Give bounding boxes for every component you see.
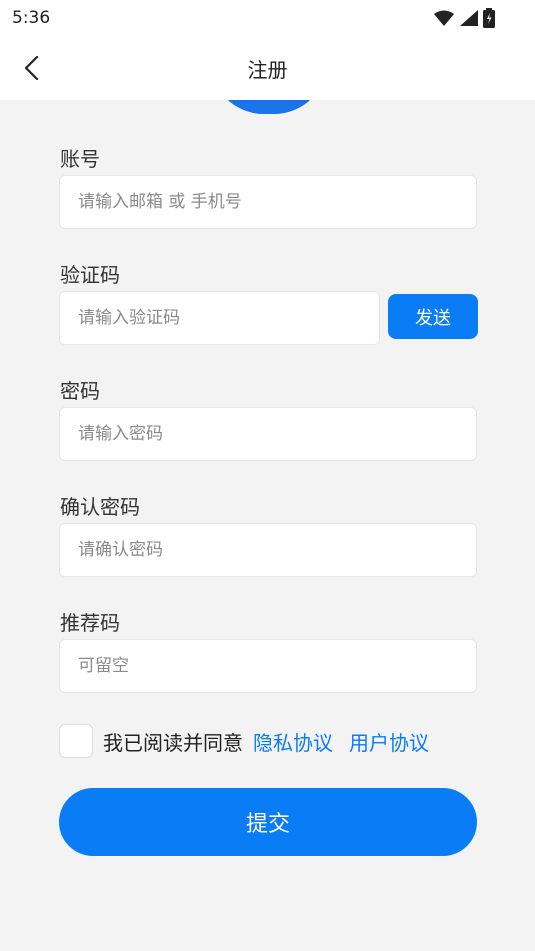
confirm-password-input[interactable]: [60, 524, 476, 576]
confirm-password-field[interactable]: [59, 523, 477, 577]
agreement-row: 我已阅读并同意 隐私协议 用户协议: [59, 722, 429, 760]
privacy-policy-link[interactable]: 隐私协议: [253, 727, 333, 756]
status-time: 5:36: [12, 8, 51, 28]
code-field[interactable]: [59, 291, 380, 345]
battery-icon: [483, 8, 495, 28]
referral-field[interactable]: [59, 639, 477, 693]
account-input[interactable]: [60, 176, 476, 228]
agree-checkbox[interactable]: [59, 724, 93, 758]
referral-label: 推荐码: [60, 611, 120, 635]
account-field[interactable]: [59, 175, 477, 229]
signal-icon: [460, 10, 478, 26]
agreement-text: 我已阅读并同意: [103, 730, 243, 755]
submit-button[interactable]: 提交: [59, 788, 477, 856]
confirm-password-label: 确认密码: [60, 495, 140, 519]
code-input[interactable]: [60, 292, 379, 344]
code-label: 验证码: [60, 263, 120, 287]
nav-bar: 注册: [0, 36, 535, 100]
password-field[interactable]: [59, 407, 477, 461]
status-bar: 5:36: [0, 0, 535, 36]
wifi-icon: [434, 10, 454, 26]
password-label: 密码: [60, 379, 100, 403]
password-input[interactable]: [60, 408, 476, 460]
referral-input[interactable]: [60, 640, 476, 692]
account-label: 账号: [60, 147, 100, 171]
status-icons: [433, 8, 495, 28]
send-code-button[interactable]: 发送: [388, 294, 478, 339]
page-title: 注册: [247, 58, 288, 82]
user-agreement-link[interactable]: 用户协议: [349, 727, 429, 756]
